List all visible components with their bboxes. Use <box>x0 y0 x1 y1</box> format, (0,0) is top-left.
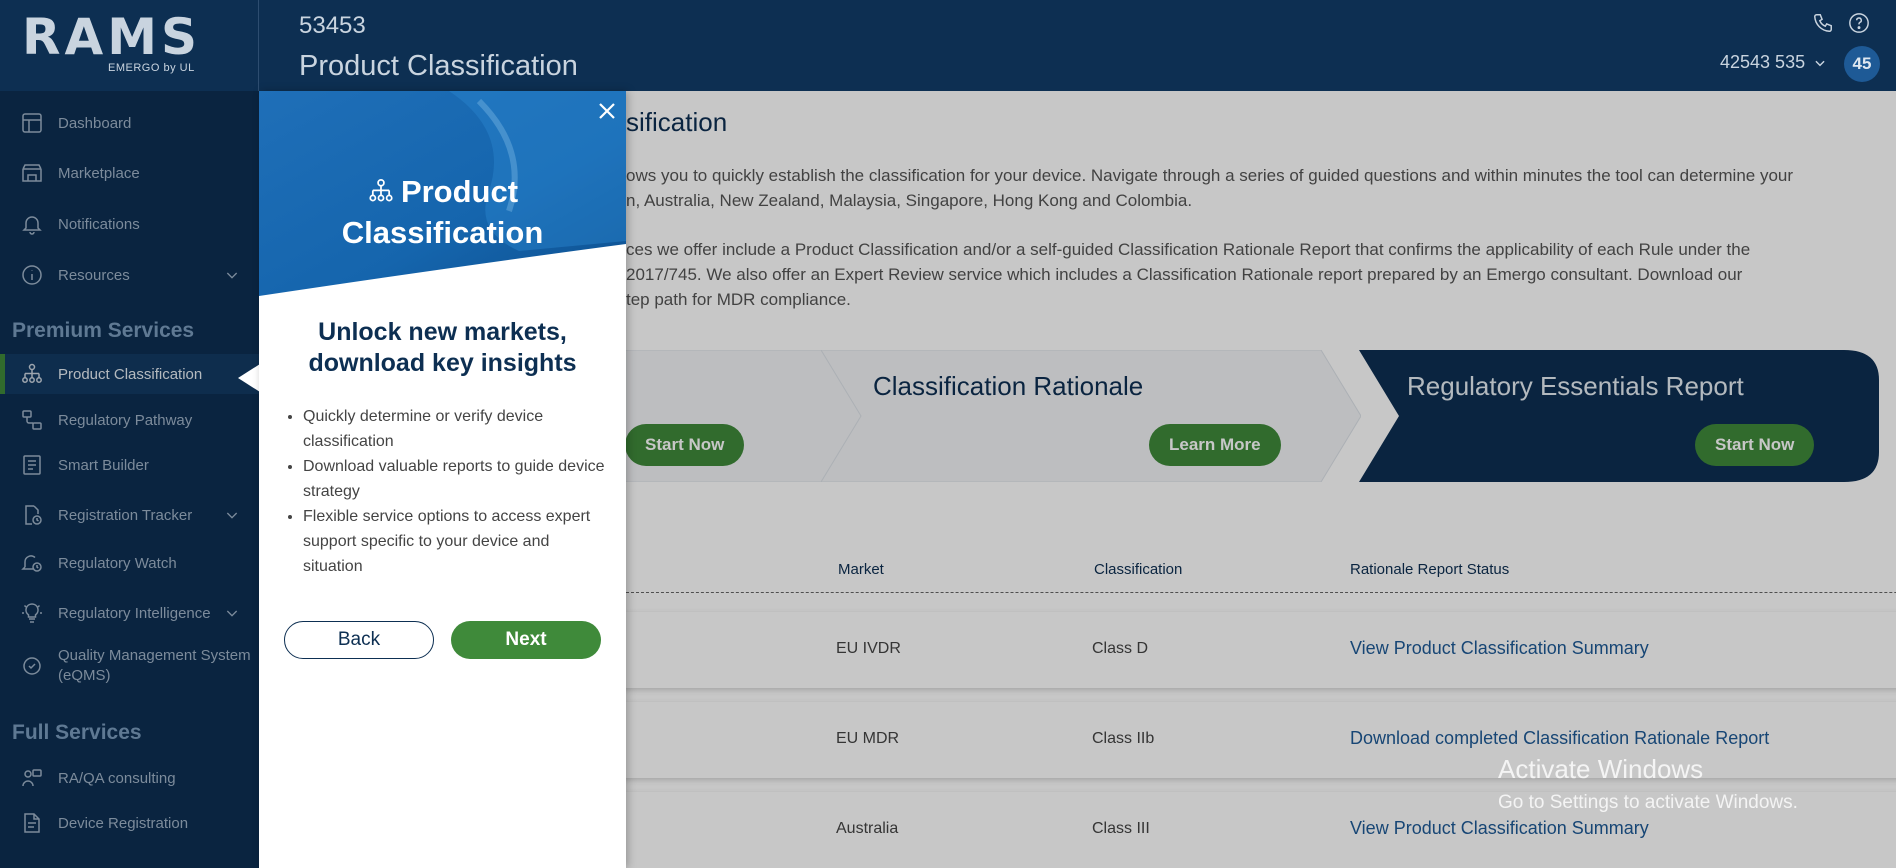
onboarding-modal: Product Classification Unlock new market… <box>259 91 626 868</box>
logo-subtext: EMERGO by UL <box>108 62 195 74</box>
modal-heading-line1: Unlock new markets, <box>318 318 567 346</box>
top-header: RAMS EMERGO by UL 53453 Product Classifi… <box>0 0 1896 91</box>
hierarchy-icon <box>369 179 393 202</box>
help-icon[interactable] <box>1848 12 1870 34</box>
hero-title-line1: Product <box>400 174 519 209</box>
modal-heading: Unlock new markets, download key insight… <box>259 317 626 379</box>
rams-logo[interactable]: RAMS EMERGO by UL <box>22 6 250 86</box>
modal-heading-line2: download key insights <box>308 349 577 377</box>
account-selector[interactable]: 42543 535 <box>1720 52 1827 73</box>
account-label: 42543 535 <box>1720 52 1806 72</box>
avatar[interactable]: 45 <box>1844 46 1880 82</box>
list-item: Quickly determine or verify device class… <box>303 404 613 454</box>
header-divider <box>258 0 259 91</box>
watermark-subtitle: Go to Settings to activate Windows. <box>1498 792 1798 813</box>
back-button[interactable]: Back <box>284 621 434 659</box>
page-title: Product Classification <box>299 50 578 82</box>
chevron-down-icon <box>1815 60 1825 66</box>
hero-title: Product Classification <box>259 171 626 253</box>
hero-title-line2: Classification <box>341 215 544 250</box>
active-item-indicator <box>238 364 260 392</box>
close-icon[interactable] <box>595 99 619 123</box>
record-id: 53453 <box>299 12 366 39</box>
list-item: Flexible service options to access exper… <box>303 504 613 579</box>
watermark-title: Activate Windows <box>1498 754 1704 784</box>
list-item: Download valuable reports to guide devic… <box>303 454 613 504</box>
logo-text: RAMS <box>22 8 201 66</box>
phone-icon[interactable] <box>1812 12 1834 34</box>
benefits-list: Quickly determine or verify device class… <box>283 404 613 579</box>
next-button[interactable]: Next <box>451 621 601 659</box>
